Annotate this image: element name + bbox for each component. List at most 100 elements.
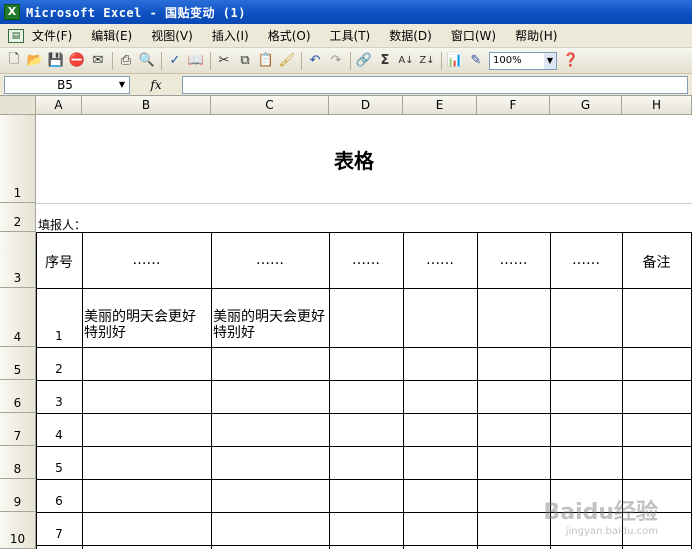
header-cell: …… <box>572 252 600 268</box>
header-remarks: 备注 <box>642 255 671 271</box>
table-border <box>477 232 478 549</box>
column-header[interactable]: H <box>622 96 692 115</box>
seq-number: 4 <box>55 428 63 442</box>
toolbar-separator <box>441 51 442 70</box>
redo-icon[interactable]: ↷ <box>326 51 346 71</box>
header-cell: …… <box>132 252 161 268</box>
window-title: Microsoft Excel - 国贴变动 (1) <box>26 5 246 20</box>
format-painter-icon[interactable]: 🖌 <box>277 51 297 71</box>
save-icon[interactable]: 💾 <box>46 51 66 71</box>
paste-icon[interactable]: 📋 <box>256 51 276 71</box>
table-border <box>36 288 692 289</box>
open-icon[interactable]: 📂 <box>25 51 45 71</box>
select-all-button[interactable] <box>0 96 36 115</box>
table-border <box>36 380 692 381</box>
hyperlink-icon[interactable]: 🔗 <box>354 51 374 71</box>
row-header[interactable]: 1 <box>0 115 36 203</box>
column-header[interactable]: G <box>550 96 622 115</box>
menu-view[interactable]: 视图(V) <box>151 27 193 44</box>
row-header[interactable]: 5 <box>0 347 36 380</box>
toolbar-separator <box>350 51 351 70</box>
menu-tools[interactable]: 工具(T) <box>330 27 371 44</box>
sort-descending-icon[interactable]: Z↓ <box>417 51 437 71</box>
title-bar: X Microsoft Excel - 国贴变动 (1) <box>0 0 692 24</box>
name-box-value: B5 <box>57 77 73 92</box>
sort-ascending-icon[interactable]: A↓ <box>396 51 416 71</box>
spelling-icon[interactable]: ✓ <box>165 51 185 71</box>
column-header[interactable]: C <box>211 96 329 115</box>
header-cell: …… <box>352 252 380 268</box>
seq-number: 6 <box>55 494 63 508</box>
workbook-icon[interactable]: ▤ <box>8 28 24 43</box>
autosum-icon[interactable]: Σ <box>375 51 395 71</box>
table-border <box>36 446 692 447</box>
cell-area[interactable]: 表格 填报人： 序号 …… …… …… …… …… …… 备注 美丽的明天会更好… <box>36 115 692 549</box>
email-icon[interactable]: ✉ <box>88 51 108 71</box>
row-header[interactable]: 9 <box>0 479 36 512</box>
watermark-sub: jingyan.baidu.com <box>565 526 658 537</box>
help-icon[interactable]: ❓ <box>561 51 581 71</box>
menu-edit[interactable]: 编辑(E) <box>91 27 132 44</box>
chevron-down-icon[interactable]: ▼ <box>115 80 129 89</box>
row-header[interactable]: 2 <box>0 203 36 232</box>
table-border <box>36 545 692 546</box>
cut-icon[interactable]: ✂ <box>214 51 234 71</box>
header-cell: …… <box>499 252 528 268</box>
watermark: Baidu经验 jingyan.baidu.com <box>543 494 658 537</box>
seq-number: 3 <box>55 395 63 409</box>
insert-function-icon[interactable]: fx <box>130 78 182 92</box>
reporter-label: 填报人： <box>38 218 87 232</box>
cell-b4[interactable]: 美丽的明天会更好特别好 <box>84 309 209 341</box>
undo-icon[interactable]: ↶ <box>305 51 325 71</box>
column-header[interactable]: A <box>36 96 82 115</box>
print-preview-icon[interactable]: 🔍 <box>137 51 157 71</box>
row-header[interactable]: 6 <box>0 380 36 413</box>
zoom-value: 100% <box>493 55 522 66</box>
table-border <box>403 232 404 549</box>
permission-icon[interactable]: ⛔ <box>67 51 87 71</box>
row-header[interactable]: 7 <box>0 413 36 446</box>
row-header[interactable]: 10 <box>0 512 36 549</box>
table-border <box>36 479 692 480</box>
formula-input[interactable] <box>182 75 688 94</box>
menu-bar: ▤ 文件(F) 编辑(E) 视图(V) 插入(I) 格式(O) 工具(T) 数据… <box>0 24 692 48</box>
chevron-down-icon[interactable]: ▼ <box>544 52 556 69</box>
toolbar-separator <box>210 51 211 70</box>
drawing-icon[interactable]: ✎ <box>466 51 486 71</box>
new-icon[interactable]: 🗋 <box>4 51 24 71</box>
row-header[interactable]: 8 <box>0 446 36 479</box>
name-box[interactable]: B5 ▼ <box>4 75 130 94</box>
gridline <box>36 203 692 204</box>
row-header[interactable]: 4 <box>0 288 36 347</box>
header-seq: 序号 <box>45 255 73 271</box>
column-header[interactable]: B <box>82 96 211 115</box>
table-border <box>36 347 692 348</box>
header-cell: …… <box>256 252 284 268</box>
seq-number: 2 <box>55 362 63 376</box>
menu-file[interactable]: 文件(F) <box>32 27 72 44</box>
chart-wizard-icon[interactable]: 📊 <box>445 51 465 71</box>
worksheet-grid[interactable]: A B C D E F G H 1 2 3 4 5 6 7 8 9 10 表格 … <box>0 96 692 549</box>
research-icon[interactable]: 📖 <box>186 51 206 71</box>
column-header[interactable]: D <box>329 96 403 115</box>
toolbar-separator <box>161 51 162 70</box>
table-border <box>329 232 330 549</box>
table-border <box>36 232 692 233</box>
row-header[interactable]: 3 <box>0 232 36 288</box>
menu-help[interactable]: 帮助(H) <box>515 27 557 44</box>
menu-window[interactable]: 窗口(W) <box>451 27 496 44</box>
header-cell: …… <box>426 252 454 268</box>
menu-data[interactable]: 数据(D) <box>389 27 432 44</box>
copy-icon[interactable]: ⧉ <box>235 51 255 71</box>
toolbar-separator <box>301 51 302 70</box>
column-header[interactable]: F <box>477 96 550 115</box>
toolbar-separator <box>112 51 113 70</box>
menu-insert[interactable]: 插入(I) <box>212 27 249 44</box>
seq-number: 5 <box>55 461 63 475</box>
menu-format[interactable]: 格式(O) <box>268 27 311 44</box>
excel-app-icon[interactable]: X <box>4 4 20 20</box>
cell-c4[interactable]: 美丽的明天会更好特别好 <box>213 309 327 341</box>
zoom-select[interactable]: 100% ▼ <box>489 51 557 70</box>
column-header[interactable]: E <box>403 96 477 115</box>
print-icon[interactable]: ⎙ <box>116 51 136 71</box>
